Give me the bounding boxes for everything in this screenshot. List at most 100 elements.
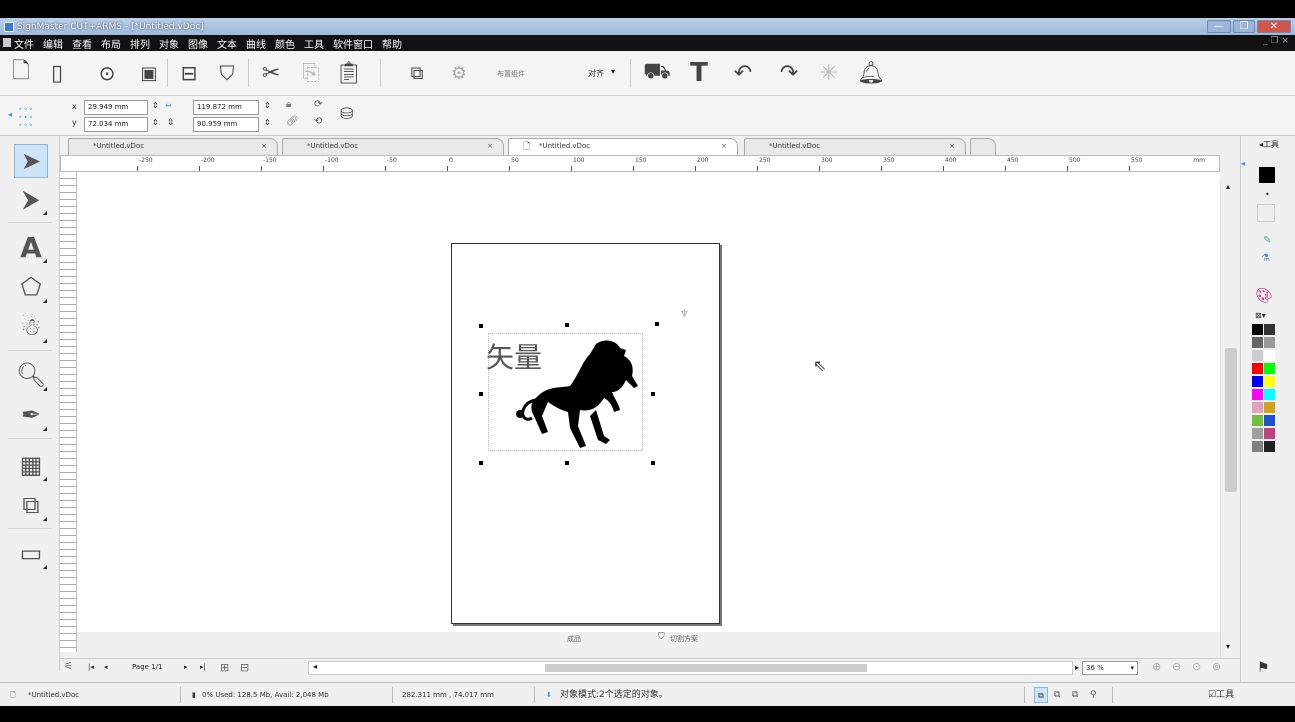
h-spinner-icon[interactable]: ⇕ — [264, 118, 271, 127]
snap-object-icon[interactable]: ⧉ — [1054, 687, 1060, 703]
mdi-controls[interactable]: _ ❐ × — [1263, 36, 1289, 46]
scroll-up-icon[interactable]: ▴ — [1226, 182, 1230, 191]
color-swatch[interactable] — [1264, 415, 1275, 426]
color-picker-icon[interactable]: ⚗ — [1261, 253, 1270, 264]
shape-tool-icon[interactable]: ⬠ — [14, 270, 48, 304]
rotate-icon[interactable]: ⟳ — [314, 99, 322, 110]
text-tool-icon[interactable]: A — [14, 230, 48, 264]
tab-close-icon[interactable]: × — [261, 139, 267, 154]
align-dropdown[interactable]: 对齐 — [588, 68, 604, 79]
eyedropper-icon[interactable]: ✎ — [1263, 235, 1271, 246]
page-options-icon[interactable]: ⚟ — [64, 661, 73, 672]
restore-button[interactable]: ❐ — [1233, 20, 1255, 33]
menu-object[interactable]: 对象 — [159, 36, 179, 51]
scroll-down-icon[interactable]: ▾ — [1226, 642, 1230, 651]
x-position-field[interactable]: 29.949 mm — [84, 100, 148, 115]
cut-plotter-icon[interactable]: ⛉ — [214, 60, 240, 86]
select-tool-icon[interactable]: ➤ — [14, 144, 48, 178]
color-swatch[interactable] — [1264, 402, 1275, 413]
zoom-page-icon[interactable]: ⊚ — [1212, 660, 1221, 673]
menu-curve[interactable]: 曲线 — [246, 36, 266, 51]
vertical-scrollbar[interactable]: ▴ ▾ — [1220, 180, 1240, 658]
color-swatch[interactable] — [1264, 376, 1275, 387]
copy-icon[interactable]: ⎘ — [298, 60, 324, 86]
tools-toggle[interactable]: ☑工具 — [1208, 687, 1234, 703]
text-tool-icon[interactable]: T — [686, 58, 712, 88]
cut-icon[interactable]: ✂ — [258, 60, 284, 86]
new-document-icon[interactable]: 🗋 — [8, 59, 34, 86]
align-dropdown-arrow-icon[interactable]: ▾ — [611, 67, 615, 76]
refresh-icon[interactable]: ✳ — [816, 60, 842, 86]
menu-arrange[interactable]: 排列 — [130, 36, 150, 51]
add-page-icon[interactable]: ⊞ — [220, 661, 229, 674]
stroke-color-swatch[interactable] — [1257, 204, 1275, 222]
color-swatch[interactable] — [1264, 350, 1275, 361]
palette-settings-icon[interactable]: ⚑ — [1257, 660, 1270, 676]
image-tool-icon[interactable]: ▭ — [14, 536, 48, 570]
tab-doc-1[interactable]: *Untitled.vDoc × — [68, 138, 278, 155]
undo-icon[interactable]: ↶ — [730, 60, 756, 86]
lock-icon[interactable]: 🔒︎ — [286, 99, 291, 110]
zoom-fit-icon[interactable]: ⊙ — [1192, 660, 1201, 673]
color-swatch[interactable] — [1252, 324, 1263, 335]
close-button[interactable]: ✕ — [1257, 20, 1291, 33]
color-swatch[interactable] — [1252, 428, 1263, 439]
previous-page-button[interactable]: ◂ — [104, 663, 108, 671]
zoom-in-icon[interactable]: ⊕ — [1152, 660, 1161, 673]
weld-tool-icon[interactable]: ⧉ — [14, 488, 48, 522]
menu-file[interactable]: 文件 — [14, 36, 34, 51]
mirror-icon[interactable]: ⛁ — [340, 104, 353, 123]
color-swatch[interactable] — [1252, 376, 1263, 387]
rotate-handle-tl-icon[interactable] — [479, 324, 483, 328]
horizontal-scroll-thumb[interactable] — [545, 664, 867, 672]
menu-help[interactable]: 帮助 — [382, 36, 402, 51]
rotate-handle-tr-icon[interactable] — [655, 322, 659, 326]
color-swatch[interactable] — [1252, 415, 1263, 426]
document-page[interactable]: ♆ 矢量 成品 ⛉ 切割方案 — [451, 243, 720, 643]
group-component-label[interactable]: 布置组件 — [497, 69, 525, 79]
menu-tools[interactable]: 工具 — [304, 36, 324, 51]
tab-close-icon[interactable]: × — [949, 139, 955, 154]
fill-tool-icon[interactable]: ▦ — [14, 448, 48, 482]
selection-handle-top[interactable] — [565, 323, 569, 327]
height-field[interactable]: 90.959 mm — [193, 117, 259, 132]
menu-edit[interactable]: 编辑 — [43, 36, 63, 51]
duplicate-icon[interactable]: ⧉ — [404, 60, 430, 86]
snap-point-icon[interactable]: ⚲ — [1090, 687, 1097, 703]
vinyl-roll-icon[interactable]: ⛟ — [643, 59, 671, 86]
import-icon[interactable]: ⊙ — [94, 60, 120, 86]
scroll-left-icon[interactable]: ◂ — [313, 662, 317, 671]
selection-handle-bl[interactable] — [479, 461, 483, 465]
color-swatch[interactable] — [1252, 363, 1263, 374]
selection-handle-right[interactable] — [651, 392, 655, 396]
tab-close-icon[interactable]: × — [721, 139, 727, 154]
scroll-right-icon[interactable]: ▸ — [1075, 663, 1079, 672]
link-icon[interactable]: 🔗︎ — [286, 116, 299, 127]
width-field[interactable]: 119.872 mm — [193, 100, 259, 115]
tab-doc-3[interactable]: 🗋 *Untitled.vDoc × — [508, 138, 738, 155]
color-swatch[interactable] — [1264, 428, 1275, 439]
color-swatch[interactable] — [1264, 441, 1275, 452]
wizard-icon[interactable]: ⚙ — [446, 60, 472, 86]
zoom-out-icon[interactable]: ⊖ — [1172, 660, 1181, 673]
next-page-button[interactable]: ▸ — [184, 663, 188, 671]
panel-collapse-icon[interactable]: ◂ — [1241, 159, 1245, 168]
zoom-dropdown-icon[interactable]: ▾ — [1130, 662, 1134, 674]
y-position-field[interactable]: 72.034 mm — [84, 117, 148, 132]
snap-grid-icon[interactable]: ⧉ — [1034, 687, 1048, 703]
paste-icon[interactable]: 📋︎ — [335, 60, 363, 86]
color-swatch[interactable] — [1252, 350, 1263, 361]
w-spinner-icon[interactable]: ⇕ — [264, 101, 271, 110]
color-swatch[interactable] — [1252, 441, 1263, 452]
x-spinner-icon[interactable]: ⇕ — [152, 101, 159, 110]
color-swatch[interactable] — [1264, 324, 1275, 335]
color-swatch[interactable] — [1264, 389, 1275, 400]
pen-tool-icon[interactable]: ✒ — [14, 398, 48, 432]
selection-handle-br[interactable] — [651, 461, 655, 465]
color-swatch[interactable] — [1264, 363, 1275, 374]
color-swatch[interactable] — [1252, 337, 1263, 348]
menu-layout[interactable]: 布局 — [101, 36, 121, 51]
menu-text[interactable]: 文本 — [217, 36, 237, 51]
redo-icon[interactable]: ↷ — [776, 60, 802, 86]
menu-window[interactable]: 软件窗口 — [333, 36, 373, 51]
